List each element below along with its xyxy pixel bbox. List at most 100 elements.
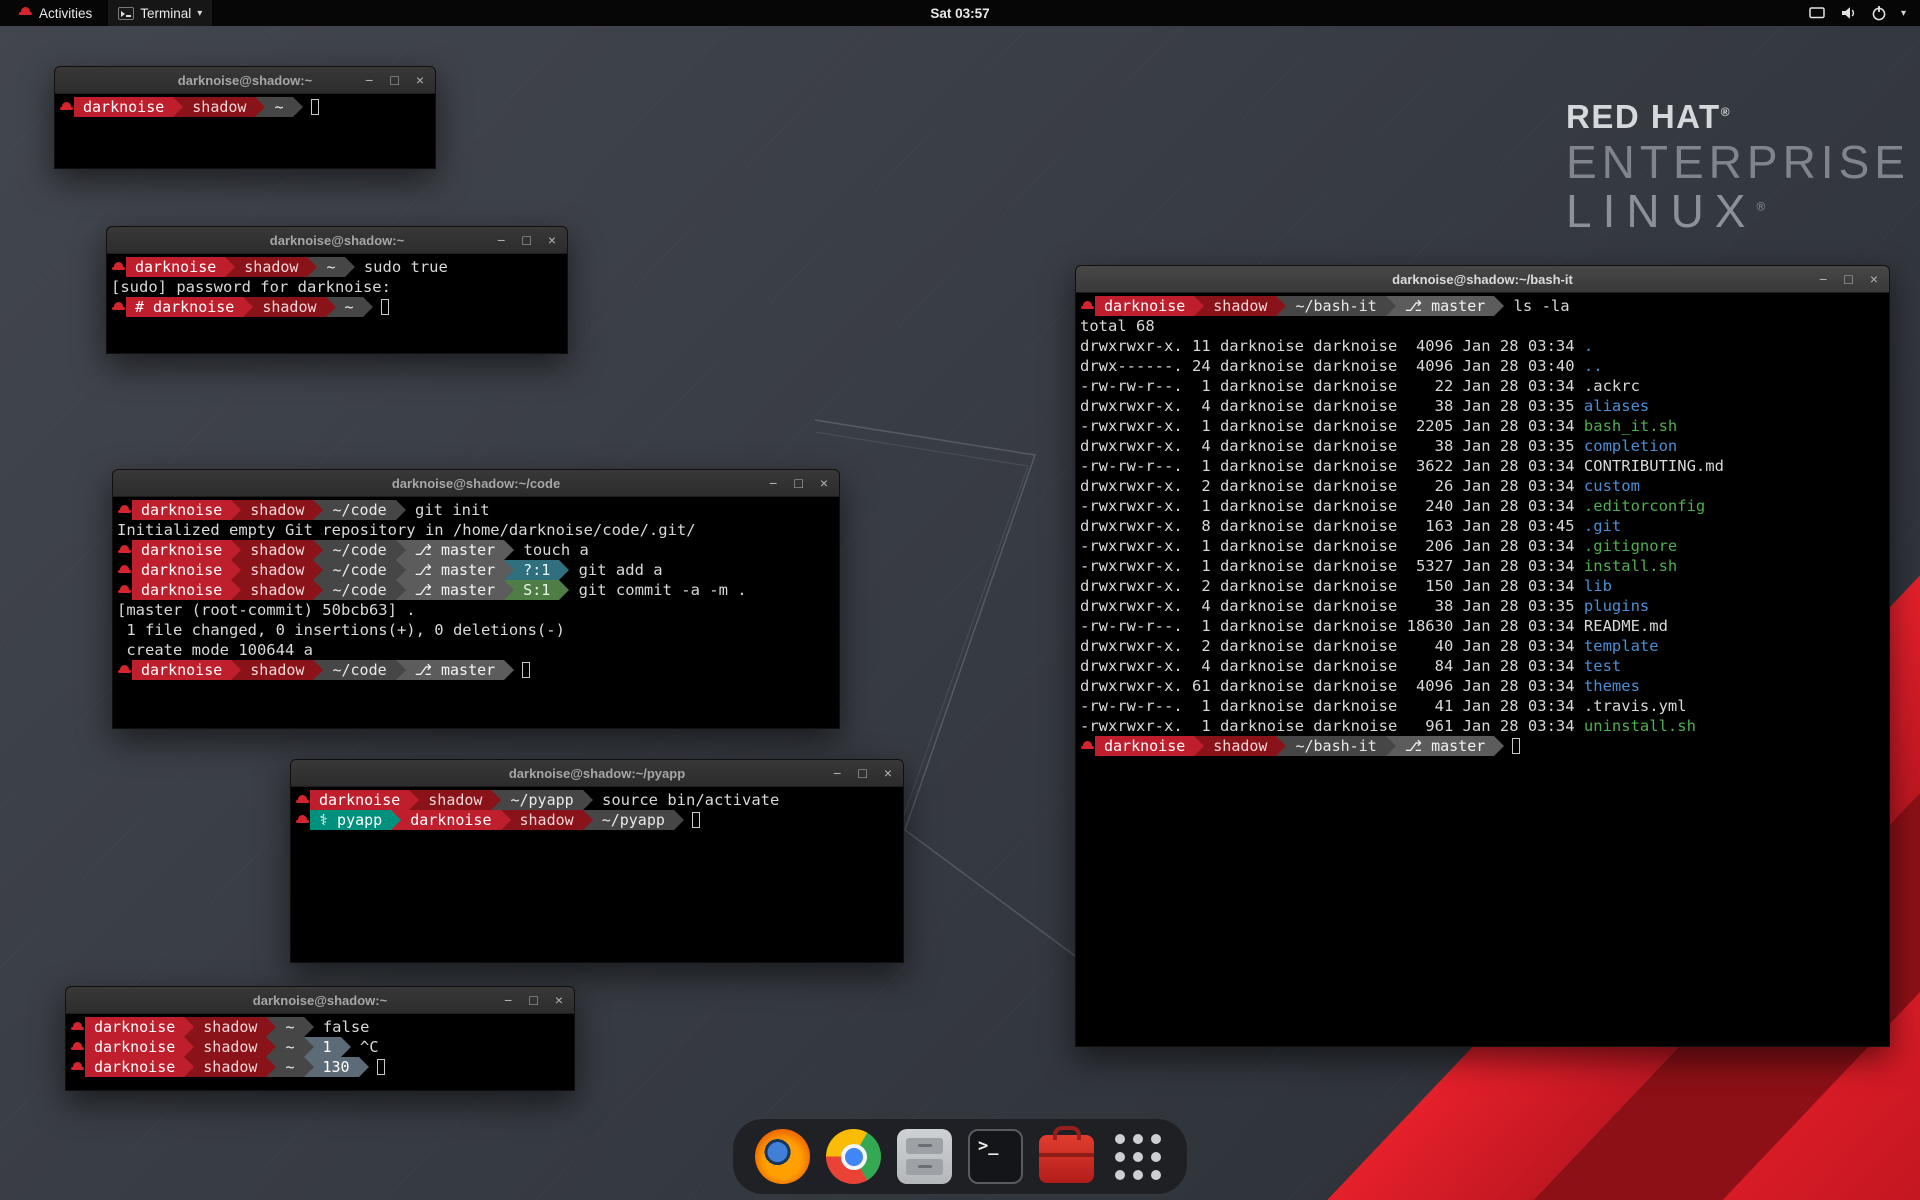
redhat-prompt-icon [70,1037,85,1057]
terminal-cursor [311,99,319,115]
maximize-button[interactable]: □ [522,227,530,254]
close-button[interactable]: × [1870,266,1878,293]
output-text: plugins [1584,597,1649,615]
maximize-button[interactable]: □ [1844,266,1852,293]
app-grid-icon[interactable] [1110,1129,1165,1184]
minimize-button[interactable]: − [497,227,505,254]
terminal-body[interactable]: darknoiseshadow~/bash-it⎇ master ls -lat… [1076,293,1889,756]
redhat-prompt-icon [111,257,126,277]
terminal-body[interactable]: darknoiseshadow~/code git initInitialize… [113,497,839,680]
prompt-segment-user: darknoise [132,500,231,520]
minimize-button[interactable]: − [769,470,777,497]
window-titlebar[interactable]: darknoise@shadow:~/pyapp − □ × [291,760,903,787]
maximize-button[interactable]: □ [794,470,802,497]
grid-dot [1133,1134,1143,1144]
output-text: aliases [1584,397,1649,415]
command-text: git add a [569,561,662,579]
prompt-segment-venv: ⚕ pyapp [310,810,391,830]
window-titlebar[interactable]: darknoise@shadow:~ − □ × [66,987,574,1014]
chevron-down-icon: ▾ [197,8,202,19]
files-icon[interactable] [897,1129,952,1184]
output-text: -rw-rw-r--. 1 darknoise darknoise 22 Jan… [1080,377,1584,395]
minimize-button[interactable]: − [1819,266,1827,293]
window-titlebar[interactable]: darknoise@shadow:~ − □ × [55,67,435,94]
maximize-button[interactable]: □ [529,987,537,1014]
minimize-button[interactable]: − [833,760,841,787]
terminal-window-code[interactable]: darknoise@shadow:~/code − □ × darknoises… [112,469,840,729]
command-text: ls -la [1504,297,1569,315]
output-text: themes [1584,677,1640,695]
prompt-segment-path: ~ [276,1057,303,1077]
terminal-body[interactable]: darknoiseshadow~ falsedarknoiseshadow~1 … [66,1014,574,1077]
window-title: darknoise@shadow:~/bash-it [1076,272,1889,287]
redhat-prompt-icon [70,1017,85,1037]
close-button[interactable]: × [555,987,563,1014]
close-button[interactable]: × [416,67,424,94]
terminal-icon[interactable]: >_ [968,1129,1023,1184]
terminal-window-exit-codes[interactable]: darknoise@shadow:~ − □ × darknoiseshadow… [65,986,575,1091]
close-button[interactable]: × [820,470,828,497]
terminal-line: darknoiseshadow~ [59,97,433,117]
minimize-button[interactable]: − [504,987,512,1014]
terminal-line: [sudo] password for darknoise: [111,277,565,297]
output-text: -rw-rw-r--. 1 darknoise darknoise 41 Jan… [1080,697,1584,715]
maximize-button[interactable]: □ [390,67,398,94]
window-titlebar[interactable]: darknoise@shadow:~/code − □ × [113,470,839,497]
powerline-separator [266,1037,276,1057]
clock[interactable]: Sat 03:57 [930,6,989,21]
output-text: test [1584,657,1621,675]
terminal-cursor [377,1059,385,1075]
terminal-window-bash-it[interactable]: darknoise@shadow:~/bash-it − □ × darknoi… [1075,265,1890,1047]
terminal-body[interactable]: darknoiseshadow~/pyapp source bin/activa… [291,787,903,830]
terminal-body[interactable]: darknoiseshadow~ sudo true[sudo] passwor… [107,254,567,317]
output-text: lib [1584,577,1612,595]
brand-redhat-line: RED HAT® [1566,100,1910,135]
grid-dot [1115,1170,1125,1180]
close-button[interactable]: × [884,760,892,787]
prompt-segment-staged: S:1 [514,580,559,600]
terminal-line: drwxrwxr-x. 11 darknoise darknoise 4096 … [1080,336,1887,356]
powerline-separator [491,790,501,810]
chrome-icon[interactable] [826,1129,881,1184]
top-bar-left: Activities Terminal ▾ [0,0,212,26]
output-text: -rwxrwxr-x. 1 darknoise darknoise 5327 J… [1080,557,1584,575]
terminal-window-pyapp[interactable]: darknoise@shadow:~/pyapp − □ × darknoise… [290,759,904,963]
output-text: drwxrwxr-x. 61 darknoise darknoise 4096 … [1080,677,1584,695]
powerline-separator [341,1037,351,1057]
prompt-segment-path: ~ [276,1037,303,1057]
activities-button[interactable]: Activities [10,0,100,26]
close-button[interactable]: × [548,227,556,254]
prompt-segment-user: darknoise [85,1017,184,1037]
output-text: . [1584,337,1593,355]
grid-dot [1133,1170,1143,1180]
command-text: ^C [351,1038,379,1056]
output-text: README.md [1584,617,1668,635]
powerline-separator [396,540,406,560]
system-status-area[interactable]: ▾ [1808,4,1920,22]
terminal-window-home-small[interactable]: darknoise@shadow:~ − □ × darknoiseshadow… [54,66,436,169]
output-text: .ackrc [1584,377,1640,395]
output-text: total 68 [1080,317,1155,335]
terminal-line: darknoiseshadow~/bash-it⎇ master ls -la [1080,296,1887,316]
window-titlebar[interactable]: darknoise@shadow:~ − □ × [107,227,567,254]
toolbox-icon[interactable] [1039,1135,1094,1183]
prompt-segment-host: shadow [511,810,583,830]
app-menu-terminal[interactable]: Terminal ▾ [108,0,212,26]
window-titlebar[interactable]: darknoise@shadow:~/bash-it − □ × [1076,266,1889,293]
prompt-segment-git: ⎇ master [406,540,505,560]
command-text: false [314,1018,370,1036]
brand-linux-line: LINUX® [1566,187,1910,236]
maximize-button[interactable]: □ [858,760,866,787]
terminal-app-icon [118,7,134,20]
minimize-button[interactable]: − [365,67,373,94]
prompt-segment-path: ~/code [323,580,395,600]
powerline-separator [255,97,265,117]
prompt-segment-user: darknoise [85,1037,184,1057]
prompt-segment-user: darknoise [132,660,231,680]
terminal-window-sudo[interactable]: darknoise@shadow:~ − □ × darknoiseshadow… [106,226,568,354]
firefox-icon[interactable] [755,1129,810,1184]
powerline-separator [1386,296,1396,316]
prompt-segment-user: darknoise [1095,296,1194,316]
terminal-line: darknoiseshadow~ false [70,1017,572,1037]
terminal-body[interactable]: darknoiseshadow~ [55,94,435,117]
